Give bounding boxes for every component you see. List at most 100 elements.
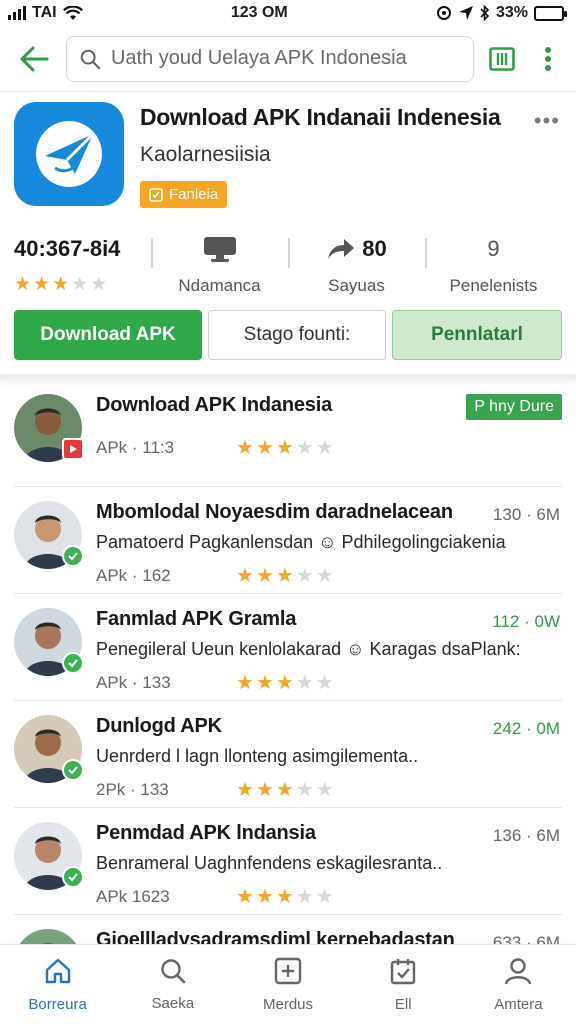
- nav-item-label: Borreura: [28, 996, 87, 1013]
- search-icon: [80, 49, 101, 69]
- stat-rating: 40:367-8i4 ★ ★ ★ ★ ★: [14, 234, 151, 296]
- app-developer[interactable]: Kaolarnesiisia: [140, 143, 562, 167]
- star-icon: ★: [236, 779, 254, 801]
- nav-item-borreura[interactable]: Borreura: [0, 945, 115, 1024]
- list-item-size: 242 · 0M: [492, 719, 560, 738]
- avatar: [14, 394, 84, 462]
- rating-stars: ★ ★ ★ ★ ★: [236, 435, 334, 460]
- verified-badge-icon: [62, 866, 84, 888]
- star-icon: ★: [255, 565, 274, 587]
- avatar: [14, 715, 84, 783]
- home-icon: [43, 956, 73, 990]
- list-item[interactable]: Download APK Indanesia APk · 11:3 ★ ★ ★ ★ ★ P h…: [14, 380, 562, 487]
- more-options-button[interactable]: •••: [534, 108, 560, 134]
- list-item-description: Penegileral Ueun kenlolakarad ☺ Karagas …: [96, 639, 521, 659]
- nav-item-label: Saeka: [151, 995, 195, 1012]
- nav-item-amtera[interactable]: Amtera: [461, 945, 576, 1024]
- calendar-check-icon: [388, 956, 418, 990]
- nav-item-merdus[interactable]: Merdus: [230, 945, 345, 1024]
- grid-view-button[interactable]: [484, 37, 520, 81]
- search-input[interactable]: [110, 47, 461, 70]
- app-list: Download APK Indanesia APk · 11:3 ★ ★ ★ ★ ★ P h…: [0, 380, 576, 997]
- list-item-description: Uenrderd l lagn llonteng asimgilementa..: [96, 746, 419, 766]
- list-item-meta: 2Pk · 133: [96, 779, 169, 799]
- verified-badge-icon: [62, 652, 84, 674]
- star-icon: ★: [236, 672, 254, 694]
- nav-item-saeka[interactable]: Saeka: [115, 945, 230, 1024]
- star-icon: ★: [295, 672, 314, 694]
- star-icon: ★: [295, 779, 314, 801]
- badge-icon: [149, 187, 163, 202]
- category-badge-label: Fanleia: [169, 186, 219, 203]
- install-button[interactable]: Pennlatarl: [392, 310, 562, 360]
- avatar: [14, 608, 84, 676]
- star-icon: ★: [315, 437, 334, 459]
- rating-stars: ★ ★ ★ ★ ★: [236, 563, 334, 588]
- signal-icon: [8, 6, 26, 20]
- list-item-meta: APk · 133: [96, 672, 171, 692]
- star-icon: ★: [90, 274, 108, 295]
- monitor-icon: [203, 237, 236, 262]
- star-icon: ★: [52, 274, 70, 295]
- back-button[interactable]: [12, 37, 56, 81]
- list-item[interactable]: Penmdad APK lndansia Benrameral Uaghnfend…: [14, 808, 562, 915]
- list-item-description: Benrameral Uaghnfendens eskagilesranta..: [96, 853, 443, 873]
- clock: 123 OM: [230, 4, 288, 21]
- star-icon: ★: [236, 886, 254, 908]
- secondary-button[interactable]: Stago founti:: [208, 310, 386, 360]
- app-header-card: Download APK Indanaii Indenesia Kaolarne…: [0, 92, 576, 380]
- nav-item-label: Merdus: [262, 996, 314, 1013]
- star-icon: ★: [275, 672, 294, 694]
- stat-shares-label: Sayuas: [328, 276, 385, 295]
- category-badge[interactable]: Fanleia: [140, 181, 228, 208]
- app-icon[interactable]: [14, 102, 124, 206]
- star-icon: ★: [315, 779, 334, 801]
- bottom-navigation: Borreura Saeka Merdus Ell Amtera: [0, 944, 576, 1024]
- star-icon: ★: [236, 565, 254, 587]
- stat-rating-value: 40:367-8i4: [14, 236, 121, 261]
- stat-reviews-label: Penelenists: [449, 276, 538, 295]
- star-icon: ★: [315, 672, 334, 694]
- carrier-label: TAI: [32, 4, 57, 21]
- star-icon: ★: [275, 886, 294, 908]
- location-lock-icon: [436, 6, 451, 20]
- star-icon: ★: [255, 886, 274, 908]
- list-item-chip-button[interactable]: P hny Dure: [466, 394, 562, 420]
- star-icon: ★: [14, 274, 32, 295]
- star-icon: ★: [236, 437, 254, 459]
- star-icon: ★: [255, 437, 274, 459]
- navigation-arrow-icon: [458, 6, 473, 20]
- paper-plane-logo-icon: [36, 121, 102, 187]
- rating-stars: ★ ★ ★ ★ ★: [236, 884, 334, 909]
- list-item-size: 136 · 6M: [492, 826, 560, 845]
- avatar: [14, 822, 84, 890]
- app-stats: 40:367-8i4 ★ ★ ★ ★ ★ Ndamanca 80 Sayuas 9 Pe…: [14, 234, 562, 296]
- search-box[interactable]: [66, 35, 474, 82]
- list-item[interactable]: Fanmlad APK Gramla Penegileral Ueun kenlo…: [14, 594, 562, 701]
- star-icon: ★: [295, 437, 314, 459]
- avatar: [14, 501, 84, 569]
- list-item[interactable]: Mbomlodal Noyaesdim daradnelacean Pamatoe…: [14, 487, 562, 594]
- stat-shares-value: 80: [362, 236, 387, 261]
- overflow-menu-button[interactable]: [530, 37, 566, 81]
- star-icon: ★: [275, 565, 294, 587]
- person-icon: [503, 956, 533, 990]
- battery-icon: [533, 5, 567, 21]
- stat-shares: 80 Sayuas: [288, 234, 425, 296]
- stat-reviews-value: 9: [487, 236, 500, 261]
- rating-stars: ★ ★ ★ ★ ★: [14, 273, 107, 296]
- app-title: Download APK Indanaii Indenesia: [140, 104, 501, 130]
- list-item-meta: APk · 162: [96, 565, 171, 585]
- rating-stars: ★ ★ ★ ★ ★: [236, 777, 334, 802]
- stat-screen-label: Ndamanca: [178, 276, 261, 295]
- more-vertical-icon: [545, 46, 551, 71]
- share-arrow-icon: [328, 239, 355, 259]
- star-icon: ★: [71, 274, 89, 295]
- star-icon: ★: [315, 886, 334, 908]
- download-apk-button[interactable]: Download APK: [14, 310, 202, 360]
- list-item-size: 112 · 0W: [492, 612, 560, 631]
- nav-item-label: Ell: [394, 996, 412, 1013]
- list-item[interactable]: Dunlogd APK Uenrderd l lagn llonteng asim…: [14, 701, 562, 808]
- nav-item-ell[interactable]: Ell: [346, 945, 461, 1024]
- wifi-icon: [62, 5, 83, 20]
